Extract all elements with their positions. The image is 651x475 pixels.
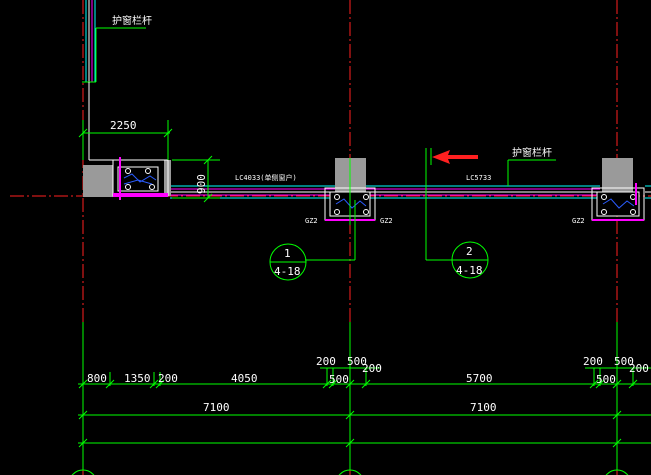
dim-2250-text: 2250 [110, 119, 137, 132]
window-label-left: LC4033(单侧窗户) [235, 173, 297, 182]
dim-main-4050: 4050 [231, 372, 258, 385]
dim-total-7100-a: 7100 [203, 401, 230, 414]
railing-right-leader [507, 159, 556, 186]
railing-top-label: 护窗栏杆 [112, 14, 152, 27]
axis-lines [10, 0, 651, 475]
dim-main-1350: 1350 [124, 372, 151, 385]
callout-1-sheet: 4-18 [274, 265, 301, 278]
callout-1-number: 1 [284, 247, 291, 260]
dim-main-800: 800 [87, 372, 107, 385]
dim-row-totals [78, 410, 651, 448]
callout-2-number: 2 [466, 245, 473, 258]
column-middle [324, 158, 376, 225]
gz-label-right: GZ2 [572, 217, 585, 225]
railing-top-leader [95, 27, 146, 82]
dim-main-500b: 500 [596, 373, 616, 386]
callout-2-sheet: 4-18 [456, 264, 483, 277]
dim-upper-200b: 200 [583, 355, 603, 368]
dim-main-200c: 200 [629, 362, 649, 375]
column-left [83, 157, 171, 200]
dim-main-500: 500 [329, 373, 349, 386]
window-label-mid: LC5733 [466, 174, 491, 182]
gz-label-middle-right: GZ2 [380, 217, 393, 225]
cad-drawing-canvas[interactable]: 护窗栏杆 GZ2 GZ2 GZ2 LC4033(单侧窗户) LC5733 护窗栏… [0, 0, 651, 475]
dim-900-text: 900 [195, 174, 208, 194]
dim-main-200: 200 [158, 372, 178, 385]
dim-main-200b: 200 [362, 362, 382, 375]
gz-label-middle-left: GZ2 [305, 217, 318, 225]
callout-bubble-1: 1 4-18 [269, 243, 307, 281]
railing-right-label: 护窗栏杆 [512, 146, 552, 159]
dim-upper-200a: 200 [316, 355, 336, 368]
dim-extension-lines [82, 322, 634, 470]
callout-bubble-2: 2 4-18 [451, 241, 489, 279]
direction-arrow-icon [432, 150, 478, 164]
dim-main-5700: 5700 [466, 372, 493, 385]
dim-total-7100-b: 7100 [470, 401, 497, 414]
